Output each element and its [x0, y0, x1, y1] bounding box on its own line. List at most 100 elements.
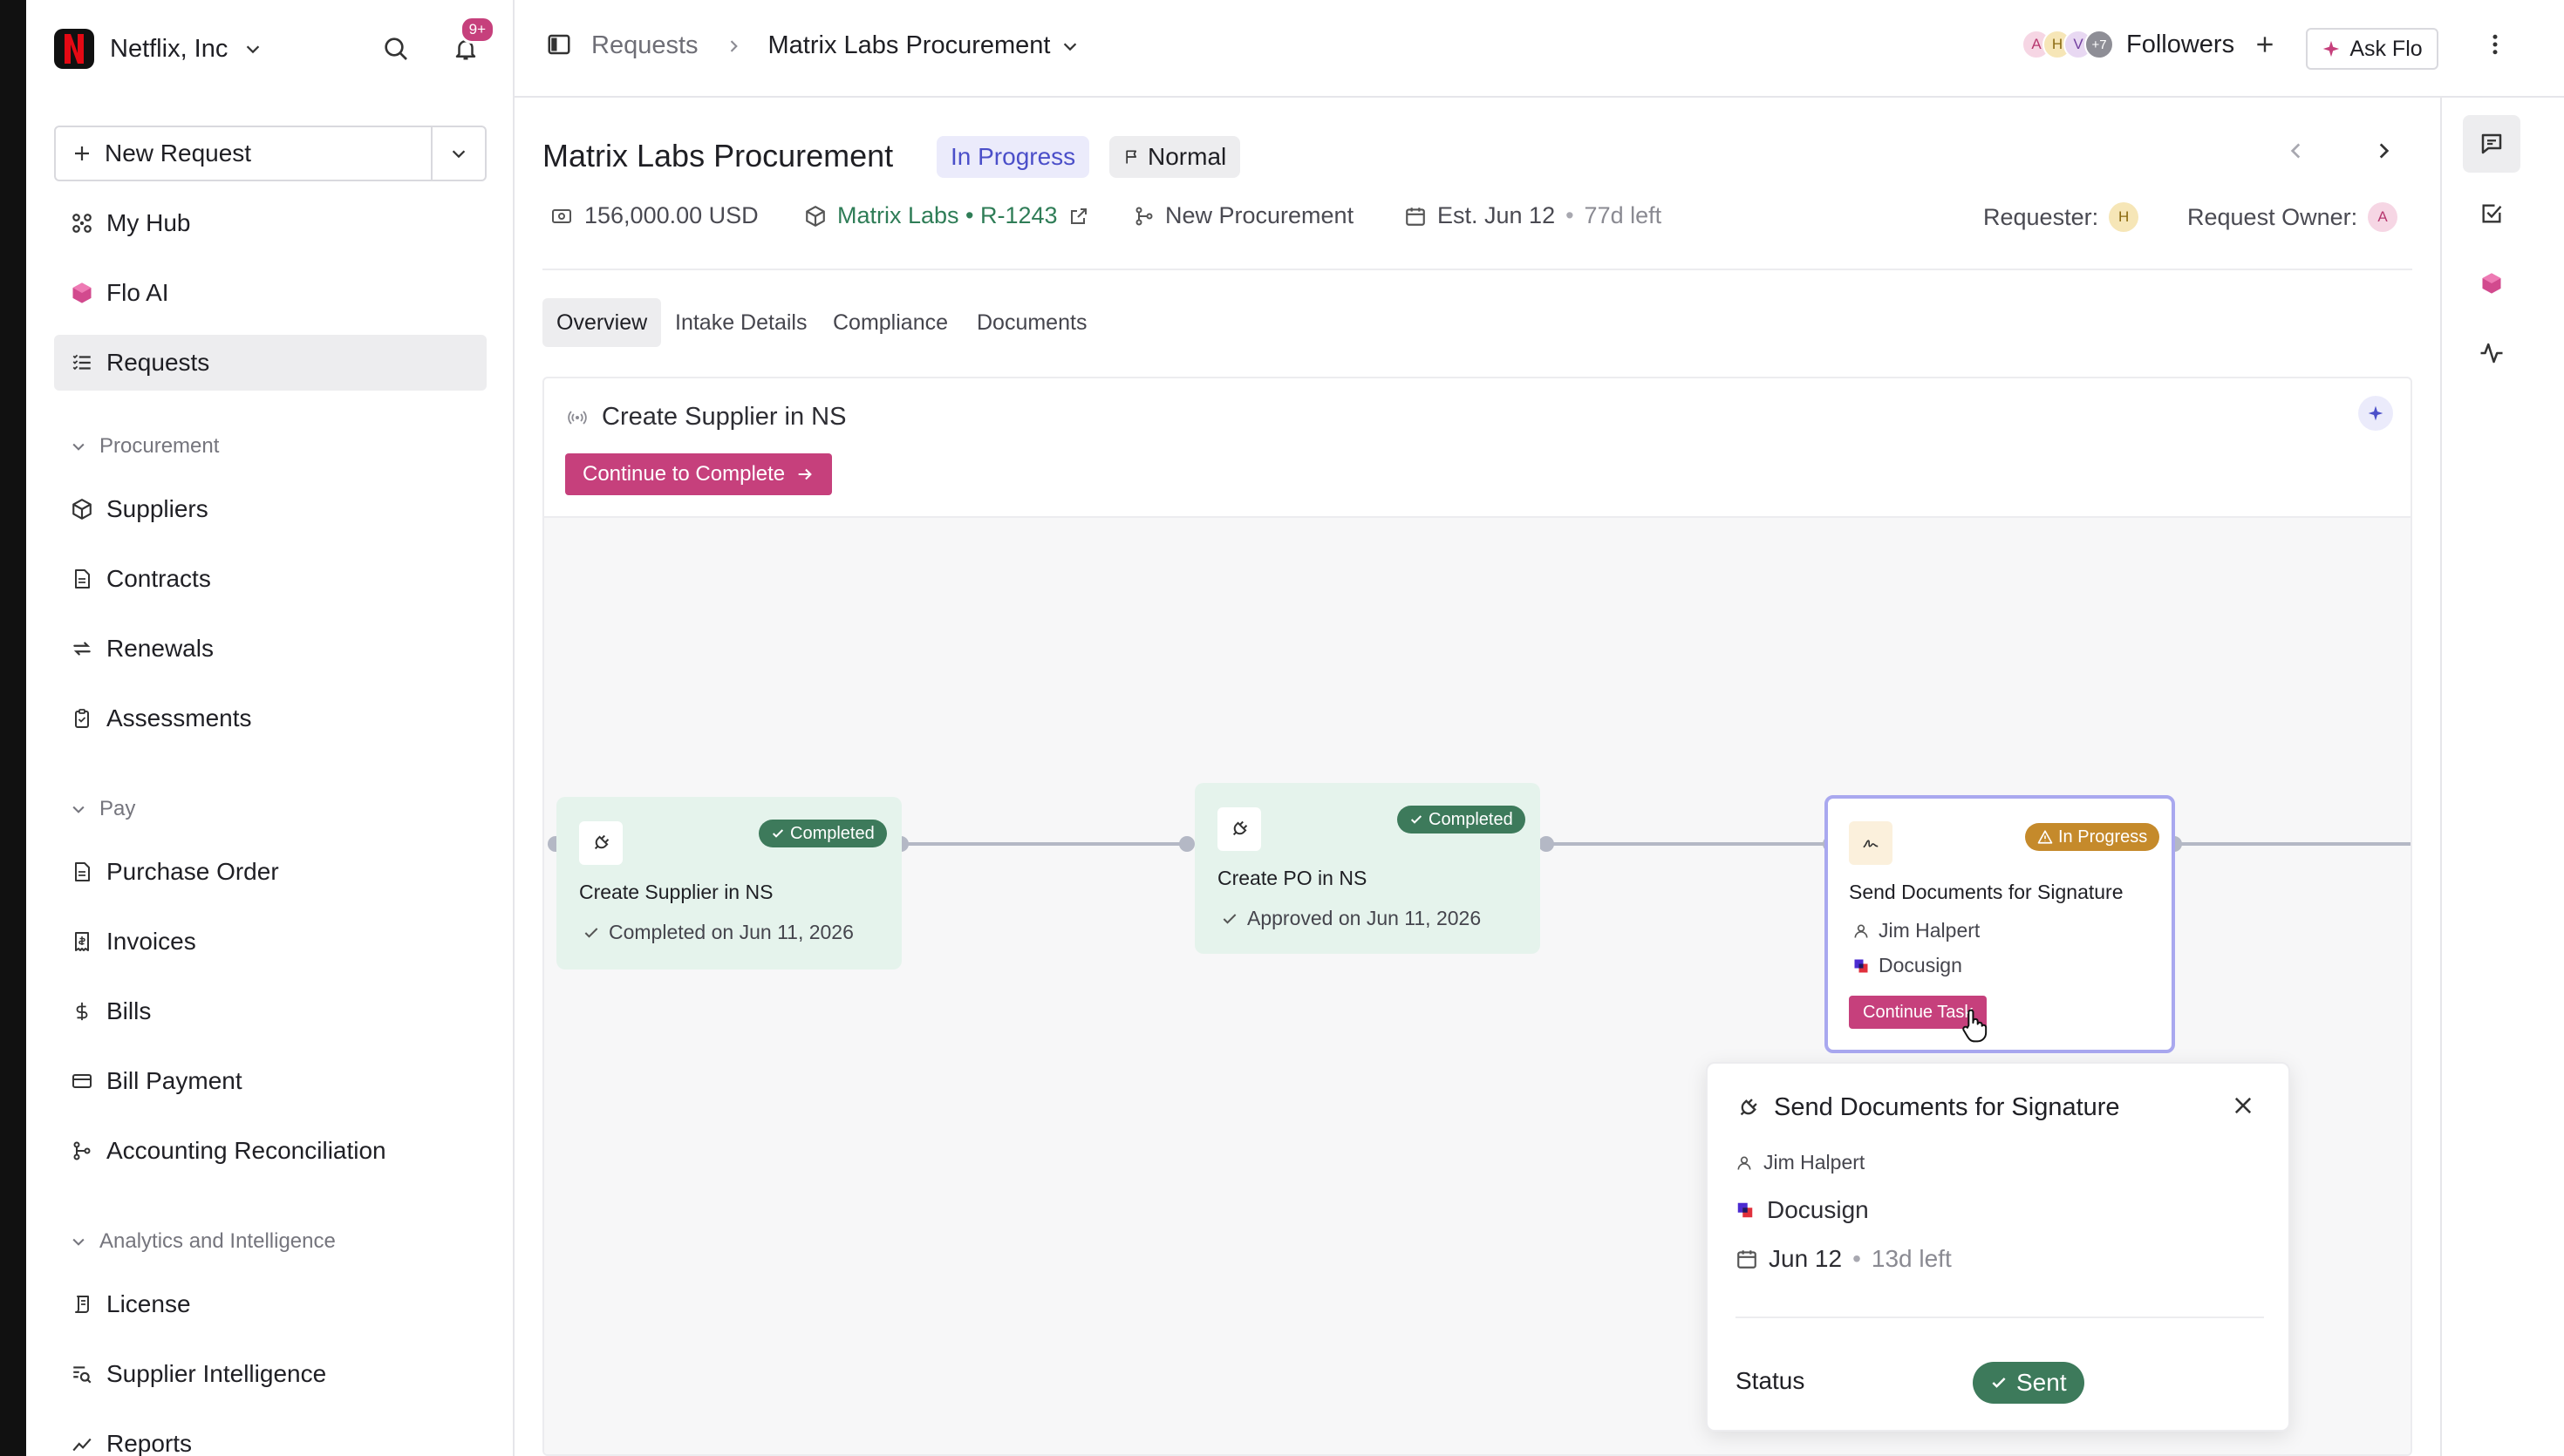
workflow-step-header: Create Supplier in NS Continue to Comple…	[544, 378, 2411, 518]
activity-icon	[2480, 343, 2503, 364]
chevron-right-icon	[2379, 143, 2390, 159]
section-header-analytics[interactable]: Analytics and Intelligence	[70, 1224, 336, 1259]
section-header-pay[interactable]: Pay	[70, 792, 135, 827]
workflow-node-send-documents[interactable]: In Progress Send Documents for Signature…	[1824, 795, 2175, 1053]
sidebar-item-purchase-order[interactable]: Purchase Order	[54, 844, 487, 900]
workflow-node-create-po[interactable]: Completed Create PO in NS Approved on Ju…	[1195, 783, 1540, 954]
sidebar-item-flo-ai[interactable]: Flo AI	[54, 265, 487, 321]
status-sent-badge[interactable]: Sent	[1973, 1362, 2084, 1404]
chevron-down-icon[interactable]	[1060, 37, 1080, 56]
prev-request-button[interactable]	[2285, 139, 2308, 162]
status-badge: Completed	[759, 820, 887, 847]
sidebar-item-label: Flo AI	[106, 279, 169, 306]
new-request-button[interactable]: New Request	[56, 127, 431, 180]
chevron-right-icon	[730, 39, 738, 52]
section-header-procurement[interactable]: Procurement	[70, 429, 219, 464]
warning-icon	[2037, 830, 2053, 844]
sidebar-item-label: Reports	[106, 1430, 193, 1456]
sidebar-item-label: Accounting Reconciliation	[106, 1137, 386, 1164]
requester[interactable]: Requester: H	[1983, 202, 2139, 232]
broadcast-icon	[568, 410, 587, 425]
popover-assignee: Jim Halpert	[1735, 1151, 1865, 1174]
checkbox-icon	[2482, 204, 2502, 223]
license-icon	[70, 1292, 94, 1317]
sidebar-item-my-hub[interactable]: My Hub	[54, 195, 487, 251]
sidebar-item-bill-payment[interactable]: Bill Payment	[54, 1053, 487, 1109]
request-owner[interactable]: Request Owner: A	[2187, 202, 2398, 232]
sidebar-item-label: Supplier Intelligence	[106, 1360, 327, 1387]
money-icon	[552, 208, 571, 223]
new-request-dropdown-button[interactable]	[431, 127, 485, 180]
arrow-right-icon	[798, 468, 812, 480]
sidebar-item-supplier-intelligence[interactable]: Supplier Intelligence	[54, 1346, 487, 1402]
sidebar-item-contracts[interactable]: Contracts	[54, 551, 487, 607]
close-icon	[2234, 1097, 2252, 1114]
receipt-icon	[70, 929, 94, 954]
comment-icon	[2481, 133, 2502, 154]
top-header: Requests Matrix Labs Procurement A H V +…	[515, 0, 2564, 98]
popover-status-label: Status	[1735, 1367, 1805, 1394]
toggle-sidebar-button[interactable]	[546, 31, 572, 58]
tab-overview[interactable]: Overview	[542, 298, 662, 347]
tab-documents[interactable]: Documents	[963, 298, 1101, 347]
netflix-logo-icon	[54, 29, 94, 69]
supplier-link[interactable]: Matrix Labs • R-1243	[804, 202, 1089, 229]
ai-assist-button[interactable]	[2358, 396, 2393, 431]
followers[interactable]: A H V +7 Followers	[2022, 30, 2276, 59]
plug-icon	[1740, 1098, 1757, 1115]
more-options-button[interactable]	[2482, 31, 2508, 58]
check-icon	[1410, 815, 1422, 824]
search-button[interactable]	[375, 28, 417, 70]
sidebar-item-license[interactable]: License	[54, 1276, 487, 1332]
popover-date-label: Jun 12	[1769, 1245, 1843, 1272]
sidebar-item-accounting-reconciliation[interactable]: Accounting Reconciliation	[54, 1123, 487, 1179]
new-request-label: New Request	[105, 139, 252, 167]
activity-button[interactable]	[2463, 324, 2520, 382]
sidebar-item-bills[interactable]: Bills	[54, 983, 487, 1039]
sidebar-item-invoices[interactable]: Invoices	[54, 914, 487, 970]
sidebar-item-label: Suppliers	[106, 495, 208, 522]
tab-compliance[interactable]: Compliance	[819, 298, 962, 347]
comments-button[interactable]	[2463, 115, 2520, 173]
est-date-label: Est. Jun 12	[1437, 202, 1556, 228]
continue-to-complete-button[interactable]: Continue to Complete	[565, 453, 833, 495]
sparkle-icon	[2323, 40, 2340, 58]
status-badge[interactable]: In Progress	[937, 136, 1090, 178]
sidebar-item-label: Requests	[106, 349, 210, 376]
flag-icon	[1126, 150, 1136, 164]
sidebar-item-renewals[interactable]: Renewals	[54, 621, 487, 677]
docusign-icon	[1737, 1202, 1753, 1218]
tab-intake-details[interactable]: Intake Details	[661, 298, 821, 347]
amount-value: 156,000.00 USD	[584, 202, 759, 228]
next-request-button[interactable]	[2372, 139, 2395, 162]
sidebar-item-requests[interactable]: Requests	[54, 335, 487, 391]
check-icon	[584, 927, 598, 938]
sidebar-item-reports[interactable]: Reports	[54, 1416, 487, 1456]
sidebar-item-assessments[interactable]: Assessments	[54, 691, 487, 746]
sidebar-item-suppliers[interactable]: Suppliers	[54, 481, 487, 537]
flo-ai-panel-button[interactable]	[2463, 255, 2520, 312]
ask-flo-button[interactable]: Ask Flo	[2306, 28, 2438, 70]
flo-ai-icon	[70, 281, 94, 305]
node-title: Send Documents for Signature	[1849, 881, 2124, 903]
tasks-button[interactable]	[2463, 185, 2520, 242]
status-badge-label: Completed	[790, 823, 875, 843]
signature-icon	[1849, 821, 1892, 865]
chevron-left-icon	[2290, 143, 2301, 159]
plug-icon	[579, 821, 623, 865]
workflow-node-create-supplier[interactable]: Completed Create Supplier in NS Complete…	[556, 797, 902, 970]
notifications-button[interactable]: 9+	[445, 16, 495, 70]
close-popover-button[interactable]	[2231, 1093, 2255, 1118]
breadcrumb-requests-link[interactable]: Requests	[591, 31, 699, 60]
breadcrumb-current[interactable]: Matrix Labs Procurement	[768, 31, 1051, 60]
sidebar-item-label: Assessments	[106, 704, 252, 731]
popover-app: Docusign	[1735, 1196, 1869, 1224]
external-link-icon	[1070, 208, 1087, 224]
sidebar-item-label: Bills	[106, 997, 152, 1024]
add-follower-icon[interactable]	[2254, 33, 2276, 56]
workflow-type: New Procurement	[1134, 202, 1354, 229]
right-rail	[2440, 98, 2564, 1456]
chart-line-icon	[70, 1432, 94, 1456]
priority-badge[interactable]: Normal	[1109, 136, 1241, 178]
org-switcher[interactable]: Netflix, Inc	[54, 26, 263, 71]
